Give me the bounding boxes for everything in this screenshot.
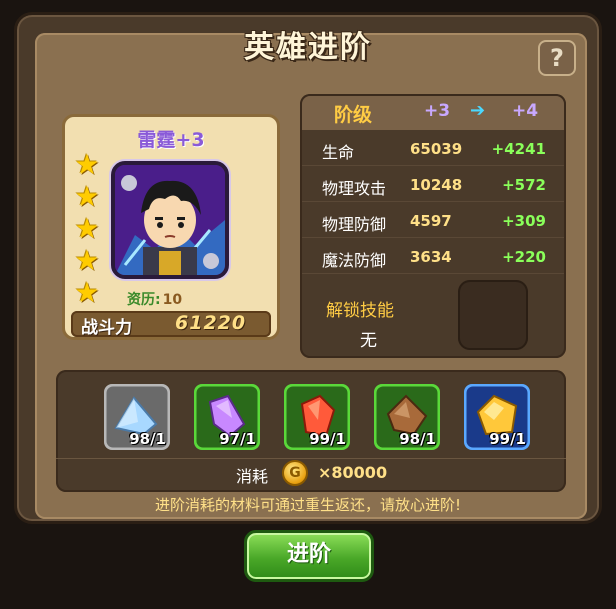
star-icon: ★ xyxy=(74,276,100,309)
dialog-title: 英雄进阶 xyxy=(244,30,372,65)
star-icon: ★ xyxy=(74,244,100,277)
cost-row: 消耗 G ×80000 xyxy=(56,458,566,486)
stats-panel: 阶级 +3 ➔ +4 生命 65039 +4241 物理攻击 10248 +57… xyxy=(300,94,566,358)
hero-portrait[interactable] xyxy=(111,161,229,279)
hero-stars: ★ ★ ★ ★ ★ xyxy=(73,151,103,311)
rank-label: 阶级 xyxy=(334,104,373,126)
arrow-right-icon: ➔ xyxy=(470,100,486,121)
gold-coin-icon: G xyxy=(282,460,308,486)
stat-row: 生命 65039 +4241 xyxy=(302,132,564,166)
stat-name: 魔法防御 xyxy=(322,251,387,270)
stat-increase: +4241 xyxy=(491,140,546,158)
qualification-label: 资历: 10 xyxy=(127,289,182,309)
stat-increase: +572 xyxy=(502,176,546,194)
unlock-skill-label: 解锁技能 xyxy=(326,301,394,321)
stat-row: 魔法防御 3634 +220 xyxy=(302,240,564,274)
stat-value: 3634 xyxy=(410,248,452,266)
material-slot[interactable]: 97/1 xyxy=(194,384,260,450)
material-slot[interactable]: 99/1 xyxy=(284,384,350,450)
skill-slot[interactable] xyxy=(458,280,528,350)
cost-label: 消耗 xyxy=(236,467,269,486)
stat-name: 物理攻击 xyxy=(322,179,387,198)
stat-increase: +220 xyxy=(502,248,546,266)
hero-card: 雷霆+3 ★ ★ ★ ★ ★ 资历: 10 战斗力 61220 xyxy=(62,114,280,340)
stat-value: 4597 xyxy=(410,212,452,230)
stat-row: 物理攻击 10248 +572 xyxy=(302,168,564,202)
qualification-label-text: 资历: xyxy=(127,292,161,308)
material-slot[interactable]: 99/1 xyxy=(464,384,530,450)
star-icon: ★ xyxy=(74,148,100,181)
material-count: 98/1 xyxy=(129,430,166,448)
material-count: 99/1 xyxy=(309,430,346,448)
stat-increase: +309 xyxy=(502,212,546,230)
power-value: 61220 xyxy=(175,312,247,334)
advance-button[interactable]: 进阶 xyxy=(244,530,374,582)
help-button[interactable]: ? xyxy=(538,40,576,76)
current-rank: +3 xyxy=(424,101,451,121)
material-slot[interactable]: 98/1 xyxy=(104,384,170,450)
material-count: 97/1 xyxy=(219,430,256,448)
stat-value: 65039 xyxy=(410,140,463,158)
material-slot[interactable]: 98/1 xyxy=(374,384,440,450)
materials-panel: 98/1 97/1 99/1 98/1 99/1 消耗 G ×80000 xyxy=(56,370,566,492)
stat-row: 物理防御 4597 +309 xyxy=(302,204,564,238)
unlock-skill-value: 无 xyxy=(360,331,377,351)
stat-name: 物理防御 xyxy=(322,215,387,234)
stat-value: 10248 xyxy=(410,176,463,194)
star-icon: ★ xyxy=(74,180,100,213)
stats-header: 阶级 +3 ➔ +4 xyxy=(302,96,564,130)
power-bar: 战斗力 61220 xyxy=(71,311,271,338)
material-count: 98/1 xyxy=(399,430,436,448)
stat-name: 生命 xyxy=(322,143,355,162)
next-rank: +4 xyxy=(512,101,539,121)
material-count: 99/1 xyxy=(489,430,526,448)
cost-value: ×80000 xyxy=(318,463,388,482)
star-icon: ★ xyxy=(74,212,100,245)
power-label: 战斗力 xyxy=(81,318,132,338)
notice-text: 进阶消耗的材料可通过重生返还，请放心进阶! xyxy=(154,496,461,514)
qualification-value: 10 xyxy=(162,292,183,308)
